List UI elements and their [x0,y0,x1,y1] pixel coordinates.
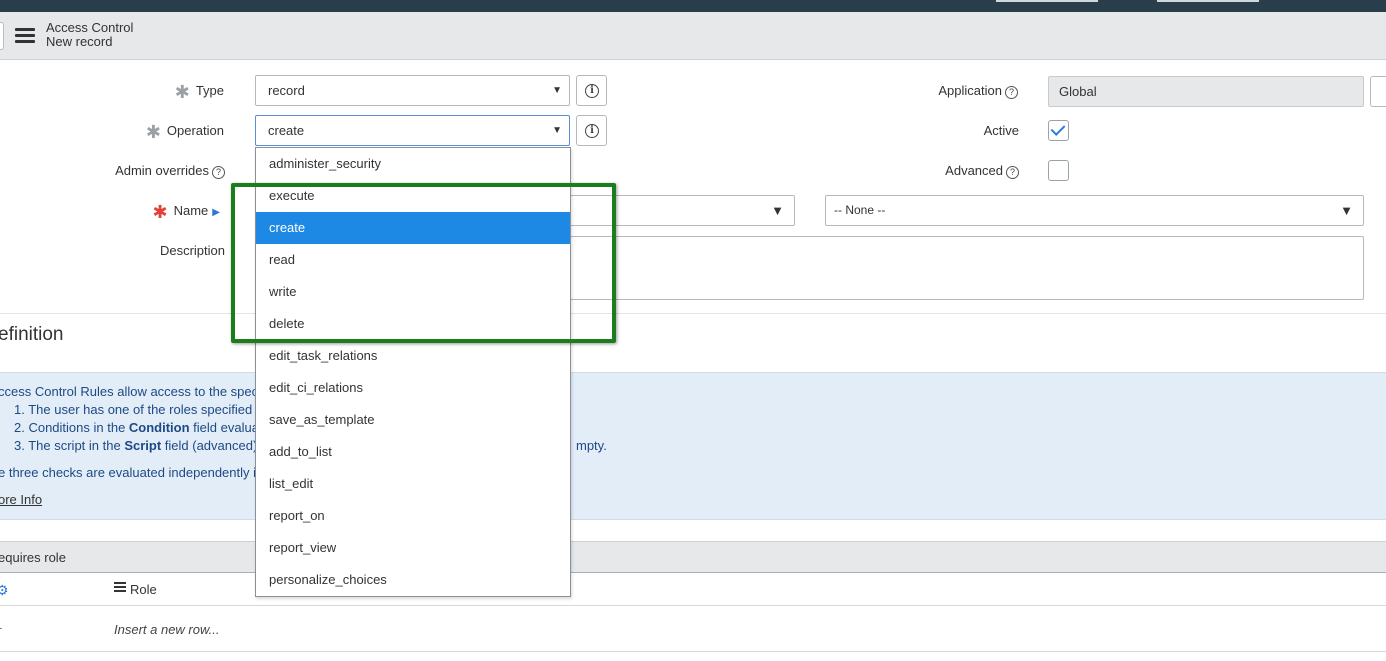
required-star-icon: ✱ [152,202,168,222]
gear-icon[interactable]: ⚙ [0,582,9,599]
dropdown-option-personalize-choices[interactable]: personalize_choices [256,564,570,596]
row-divider [0,651,1386,652]
info-icon: i [585,124,599,138]
info-line-1: ccess Control Rules allow access to the … [0,384,282,399]
requires-role-title: equires role [0,550,66,565]
required-star-icon: ✱ [145,122,161,142]
type-select[interactable]: record ▼ [255,75,570,106]
section-divider [0,313,1386,314]
dropdown-option-add-to-list[interactable]: add_to_list [256,436,570,468]
name-field-value: -- None -- [834,203,886,217]
dropdown-option-read[interactable]: read [256,244,570,276]
dropdown-option-edit-task-relations[interactable]: edit_task_relations [256,340,570,372]
role-column-header[interactable]: Role [114,582,157,597]
info-line-3: 2. Conditions in the Condition field eva… [14,420,278,435]
top-bar-search-edge[interactable] [996,0,1098,2]
expand-arrow-icon[interactable]: ▶ [212,207,220,218]
insert-new-row[interactable]: Insert a new row... [114,622,220,637]
caret-down-icon: ▼ [552,125,562,136]
application-info-button[interactable] [1370,76,1386,107]
caret-down-icon: ▼ [1340,203,1353,218]
active-checkbox[interactable] [1048,120,1069,141]
dropdown-option-execute[interactable]: execute [256,180,570,212]
row-dash: - [0,620,2,635]
required-star-icon: ✱ [174,82,190,102]
help-icon[interactable]: ? [1005,86,1018,99]
advanced-label: Advanced? [945,163,1019,179]
dropdown-option-report-view[interactable]: report_view [256,532,570,564]
requires-role-header: equires role [0,541,1386,573]
active-label: Active [983,123,1019,138]
name-table-select[interactable]: ▼ [560,195,795,226]
application-field: Global [1048,76,1364,107]
top-navigation-bar [0,0,1386,12]
name-field-select[interactable]: -- None -- ▼ [825,195,1364,226]
operation-info-button[interactable]: i [576,115,607,146]
description-textarea[interactable] [570,236,1364,300]
definition-info-box: ccess Control Rules allow access to the … [0,372,1386,520]
help-icon[interactable]: ? [1006,166,1019,179]
info-icon: i [585,84,599,98]
dropdown-option-report-on[interactable]: report_on [256,500,570,532]
dropdown-option-create[interactable]: create [256,212,570,244]
operation-select[interactable]: create ▼ [255,115,570,146]
operation-dropdown-list[interactable]: administer_security execute create read writ… [255,147,571,597]
more-info-link[interactable]: ore Info [0,492,42,507]
dropdown-option-edit-ci-relations[interactable]: edit_ci_relations [256,372,570,404]
dropdown-option-list-edit[interactable]: list_edit [256,468,570,500]
help-icon[interactable]: ? [212,166,225,179]
caret-down-icon: ▼ [771,203,784,218]
row-divider [0,605,1386,606]
application-label: Application? [938,83,1018,99]
dropdown-option-save-as-template[interactable]: save_as_template [256,404,570,436]
info-line-5: e three checks are evaluated independent… [0,465,271,480]
info-line-4: 3. The script in the Script field (advan… [14,438,282,453]
dropdown-option-administer-security[interactable]: administer_security [256,148,570,180]
definition-section-title: efinition [0,324,64,345]
description-label: Description [159,243,225,258]
checkmark-icon [1050,121,1066,136]
page-title: Access Control [46,20,134,35]
type-info-button[interactable]: i [576,75,607,106]
operation-label: ✱ Operation [145,122,224,142]
dropdown-option-delete[interactable]: delete [256,308,570,340]
name-label: ✱ Name ▶ [152,202,220,222]
back-button[interactable] [0,22,4,50]
advanced-checkbox[interactable] [1048,160,1069,181]
type-select-value: record [268,83,305,98]
admin-overrides-label: Admin overrides? [115,163,225,179]
info-line-4-tail: mpty. [576,438,607,453]
caret-down-icon: ▼ [552,85,562,96]
context-menu-icon[interactable] [15,28,35,44]
page-subtitle: New record [46,34,113,49]
operation-select-value: create [268,123,305,138]
form-header: Access Control New record [0,12,1386,60]
info-line-2: 1. The user has one of the roles specifi… [14,402,281,417]
dropdown-option-write[interactable]: write [256,276,570,308]
column-menu-icon[interactable] [114,582,126,594]
type-label: ✱ Type [174,82,224,102]
top-bar-field-edge[interactable] [1157,0,1259,2]
